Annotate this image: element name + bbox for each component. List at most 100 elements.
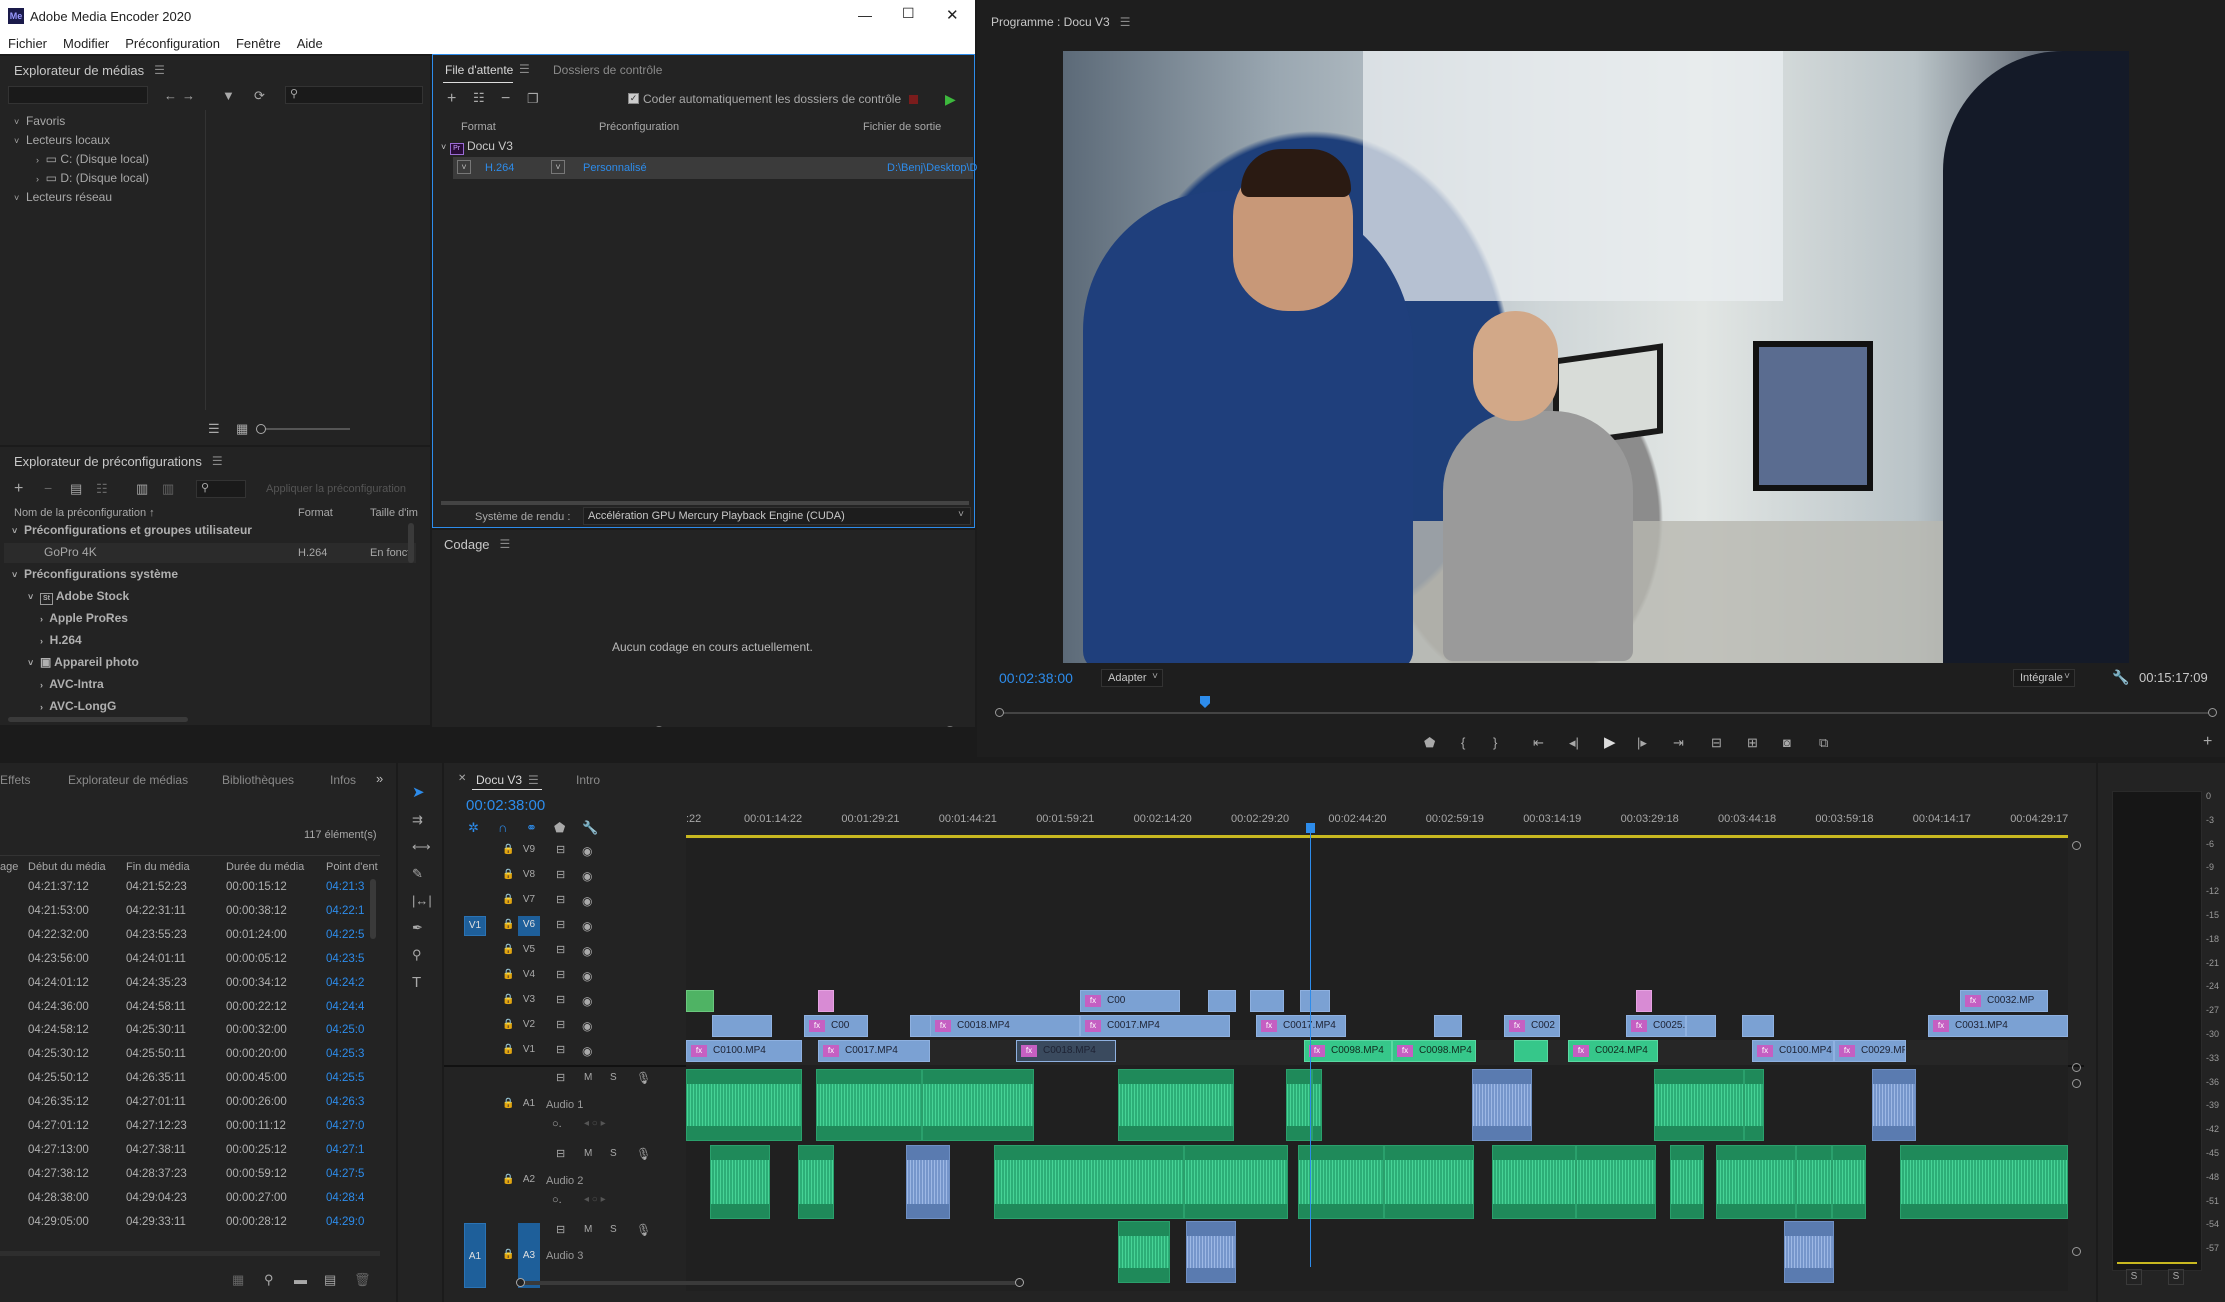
track-target-v8[interactable]: V8 [518, 866, 540, 886]
remove-preset-icon[interactable]: − [44, 481, 52, 495]
maximize-button[interactable]: ☐ [902, 5, 915, 22]
timeline-clip[interactable]: fx C0018.MP4 [930, 1015, 1080, 1037]
close-tab-icon[interactable]: ✕ [458, 773, 466, 784]
timeline-clip[interactable] [1184, 1145, 1288, 1219]
track-target-a2[interactable]: A2 [518, 1171, 540, 1191]
camera-icon[interactable]: ◙ [1783, 736, 1791, 749]
track-target-v2[interactable]: V2 [518, 1016, 540, 1036]
snap-icon[interactable]: ∩ [498, 821, 507, 834]
timeline-clip[interactable] [1744, 1069, 1764, 1141]
v-scroll-handle[interactable] [2072, 1063, 2081, 1072]
item-format[interactable]: H.264 [485, 162, 514, 174]
timeline-clip[interactable] [1686, 1015, 1716, 1037]
v-scroll-handle[interactable] [2072, 1079, 2081, 1088]
lock-icon[interactable]: 🔒 [502, 995, 514, 1005]
forward-icon[interactable]: → [182, 89, 195, 102]
table-row[interactable]: 04:21:53:00 04:22:31:11 00:00:38:12 04:22:1 [0, 903, 370, 923]
table-row[interactable]: 04:29:05:00 04:29:33:11 00:00:28:12 04:29:0 [0, 1214, 370, 1234]
format-dropdown-icon[interactable]: ˅ [457, 160, 471, 174]
tab-sequence[interactable]: Docu V3 [476, 773, 522, 787]
sync-icon[interactable]: ⊟ [556, 1073, 565, 1084]
lock-icon[interactable]: 🔒 [502, 945, 514, 955]
location-dropdown[interactable] [8, 86, 148, 104]
track-target-v9[interactable]: V9 [518, 841, 540, 861]
solo-right-button[interactable]: S [2168, 1269, 2184, 1285]
timeline-clip[interactable]: fx C00 [1080, 990, 1180, 1012]
start-queue-icon[interactable]: ▶ [945, 91, 956, 108]
fit-dropdown[interactable]: Adapter ˅ [1101, 669, 1163, 687]
source-patch-a1[interactable]: A1 [464, 1223, 486, 1288]
item-output[interactable]: D:\Benj\Desktop\Do [887, 162, 984, 174]
step-back-icon[interactable]: ◂| [1569, 736, 1579, 749]
eye-icon[interactable]: ◉ [582, 1045, 592, 1057]
settings-icon[interactable]: ☷ [96, 482, 108, 495]
table-row[interactable]: 04:22:32:00 04:23:55:23 00:01:24:00 04:22:5 [0, 927, 370, 947]
preset-row-prores[interactable]: › Apple ProRes [40, 611, 128, 625]
eye-icon[interactable]: ◉ [582, 845, 592, 857]
timeline-clip[interactable] [816, 1069, 922, 1141]
panel-menu-icon[interactable]: ☰ [528, 773, 539, 787]
lock-icon[interactable]: 🔒 [502, 1020, 514, 1030]
sync-icon[interactable]: ⊟ [556, 995, 565, 1006]
preset-row-h264[interactable]: › H.264 [40, 633, 82, 647]
timeline-clip[interactable] [1670, 1145, 1704, 1219]
track-target-v3[interactable]: V3 [518, 991, 540, 1011]
import-icon[interactable]: ▥ [136, 482, 148, 495]
mute-button[interactable]: M [584, 1073, 592, 1083]
trash-icon[interactable]: 🗑 [354, 1273, 371, 1286]
new-item-icon[interactable]: ▤ [324, 1273, 336, 1286]
minimize-button[interactable]: — [858, 7, 872, 23]
track-area[interactable]: fx C00 fx C0032.MP fx C00 fx C0018.MP4 fx C0017.M… [686, 839, 2068, 1291]
lock-icon[interactable]: 🔒 [502, 895, 514, 905]
tab-intro[interactable]: Intro [576, 773, 600, 787]
preset-row-camera[interactable]: ˅ ▣ Appareil photo [28, 655, 139, 669]
timeline-clip[interactable] [1118, 1069, 1234, 1141]
preset-hscrollbar[interactable] [8, 717, 188, 722]
tree-network-drives[interactable]: ˅ Lecteurs réseau [14, 190, 112, 204]
solo-button[interactable]: S [610, 1225, 617, 1235]
track-target-v4[interactable]: V4 [518, 966, 540, 986]
work-area-bar[interactable] [686, 835, 2068, 838]
mute-button[interactable]: M [584, 1149, 592, 1159]
preset-row-user[interactable]: ˅ Préconfigurations et groupes utilisate… [12, 523, 252, 537]
menu-fichier[interactable]: Fichier [8, 36, 47, 51]
list-hscrollbar[interactable] [0, 1251, 380, 1256]
add-source-icon[interactable]: + [447, 91, 456, 107]
program-video-frame[interactable] [1063, 51, 2129, 663]
list-view-icon[interactable]: ☰ [208, 422, 220, 435]
table-row[interactable]: 04:21:37:12 04:21:52:23 00:00:15:12 04:21:3 [0, 879, 370, 899]
razor-tool-icon[interactable]: ✎ [412, 867, 423, 880]
sync-icon[interactable]: ⊟ [556, 970, 565, 981]
menu-fenetre[interactable]: Fenêtre [236, 36, 281, 51]
timeline-hscrollbar[interactable] [516, 1278, 1024, 1287]
timeline-clip[interactable] [1434, 1015, 1462, 1037]
timeline-clip[interactable] [1872, 1069, 1916, 1141]
mark-out-icon[interactable]: } [1493, 736, 1497, 749]
microphone-icon[interactable]: 🎙 [636, 1148, 651, 1160]
timeline-clip[interactable] [1312, 1069, 1322, 1141]
hand-tool-icon[interactable]: ⚲ [412, 948, 422, 961]
extract-icon[interactable]: ⊞ [1747, 736, 1758, 749]
mark-in-icon[interactable]: { [1461, 736, 1465, 749]
lock-icon[interactable]: 🔒 [502, 845, 514, 855]
track-target-v5[interactable]: V5 [518, 941, 540, 961]
preset-vscrollbar[interactable] [408, 523, 414, 563]
eye-icon[interactable]: ◉ [582, 870, 592, 882]
sync-icon[interactable]: ⊟ [556, 845, 565, 856]
track-select-tool-icon[interactable]: ⇉ [412, 813, 423, 826]
table-row[interactable]: 04:25:30:12 04:25:50:11 00:00:20:00 04:25:3 [0, 1046, 370, 1066]
table-row[interactable]: 04:24:36:00 04:24:58:11 00:00:22:12 04:24:4 [0, 999, 370, 1019]
table-row[interactable]: 04:28:38:00 04:29:04:23 00:00:27:00 04:28:4 [0, 1190, 370, 1210]
quality-dropdown[interactable]: Intégrale ˅ [2013, 669, 2075, 687]
timeline-clip[interactable]: fx C0032.MP [1960, 990, 2048, 1012]
lock-icon[interactable]: 🔒 [502, 1175, 514, 1185]
refresh-icon[interactable]: ⟳ [254, 89, 265, 102]
tab-libraries[interactable]: Bibliothèques [222, 773, 294, 787]
preset-row-gopro[interactable]: GoPro 4K H.264 En fonct [4, 543, 416, 563]
timeline-clip[interactable] [1118, 1221, 1170, 1283]
slip-tool-icon[interactable]: |↔| [412, 894, 432, 907]
timeline-clip[interactable] [1208, 990, 1236, 1012]
lock-icon[interactable]: 🔒 [502, 970, 514, 980]
menu-preconfiguration[interactable]: Préconfiguration [125, 36, 220, 51]
timeline-playhead[interactable] [1310, 827, 1311, 1267]
